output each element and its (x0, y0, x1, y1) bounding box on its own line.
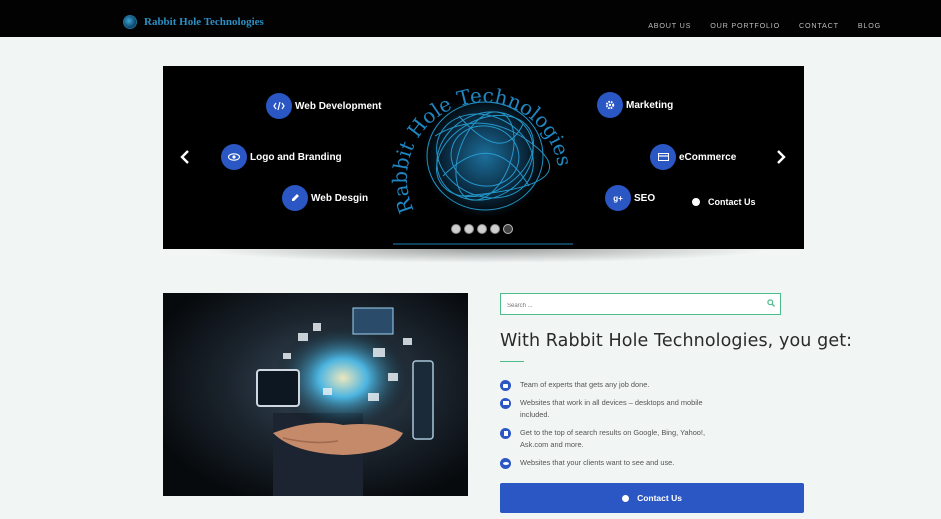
slider-dot[interactable] (464, 224, 474, 234)
search-result-icon (500, 427, 511, 439)
brand-logo-icon (123, 15, 137, 29)
main-headline: With Rabbit Hole Technologies, you get: (500, 331, 853, 351)
feature-item: Websites that work in all devices – desk… (500, 397, 730, 422)
slider-dot[interactable] (490, 224, 500, 234)
google-plus-icon: g+ (605, 185, 631, 211)
service-label: SEO (634, 192, 656, 204)
brand-link[interactable]: Rabbit Hole Technologies (123, 15, 264, 29)
top-navbar: Rabbit Hole Technologies ABOUT US OUR PO… (0, 0, 941, 37)
service-web-development[interactable]: Web Development (266, 93, 382, 119)
service-label: eCommerce (679, 151, 737, 163)
eye-icon (500, 457, 511, 469)
search-input[interactable] (501, 296, 751, 316)
search-box (500, 293, 781, 316)
hero-slider: Rabbit Hole Technologies Web Development… (163, 66, 804, 249)
slider-dot[interactable] (451, 224, 461, 234)
headline-divider (500, 361, 524, 362)
slider-contact-label: Contact Us (708, 197, 756, 207)
main-nav: ABOUT US OUR PORTFOLIO CONTACT BLOG (648, 21, 881, 30)
slider-next-arrow[interactable] (776, 148, 786, 169)
desktop-icon (500, 397, 511, 409)
slider-pagination (451, 224, 513, 234)
contact-us-button-label: Contact Us (637, 493, 682, 503)
nav-about-us[interactable]: ABOUT US (648, 21, 691, 30)
service-web-design[interactable]: Web Desgin (282, 185, 368, 211)
plus-circle-icon (622, 494, 630, 502)
service-label: Marketing (626, 99, 674, 111)
service-label: Logo and Branding (250, 151, 342, 163)
team-icon (500, 380, 511, 391)
service-marketing[interactable]: Marketing (597, 92, 673, 118)
hands-with-devices-illustration (256, 307, 434, 496)
feature-item: Team of experts that gets any job done. (500, 379, 730, 392)
service-ecommerce[interactable]: eCommerce (650, 144, 736, 170)
feature-text: Websites that work in all devices – desk… (520, 397, 703, 420)
code-icon (266, 93, 292, 119)
chevron-left-icon (180, 150, 189, 164)
pencil-icon (282, 185, 308, 211)
brand-name: Rabbit Hole Technologies (144, 16, 264, 28)
nav-contact[interactable]: CONTACT (799, 21, 839, 30)
feature-text: Team of experts that gets any job done. (520, 380, 650, 389)
feature-text: Websites that your clients want to see a… (520, 457, 675, 467)
slider-prev-arrow[interactable] (180, 148, 190, 169)
service-label: Web Desgin (311, 192, 369, 204)
feature-item: Websites that your clients want to see a… (500, 457, 730, 470)
nav-blog[interactable]: BLOG (858, 21, 881, 30)
search-icon[interactable] (767, 299, 775, 307)
slider-shadow (200, 249, 770, 263)
feature-list: Team of experts that gets any job done. … (500, 379, 730, 474)
feature-text: Get to the top of search results on Goog… (520, 427, 706, 450)
hero-image (163, 293, 468, 496)
service-seo[interactable]: g+ SEO (605, 185, 655, 211)
feature-item: Get to the top of search results on Goog… (500, 427, 730, 452)
slider-dot-active[interactable] (503, 224, 513, 234)
gear-icon (597, 92, 623, 118)
plus-circle-icon (692, 198, 700, 206)
eye-icon (221, 144, 247, 170)
card-icon (650, 144, 676, 170)
slider-dot[interactable] (477, 224, 487, 234)
service-label: Web Development (295, 100, 382, 112)
slider-contact-link[interactable]: Contact Us (692, 197, 756, 207)
nav-our-portfolio[interactable]: OUR PORTFOLIO (710, 21, 780, 30)
contact-us-button[interactable]: Contact Us (500, 483, 804, 513)
chevron-right-icon (777, 150, 786, 164)
service-logo-and-branding[interactable]: Logo and Branding (221, 144, 342, 170)
